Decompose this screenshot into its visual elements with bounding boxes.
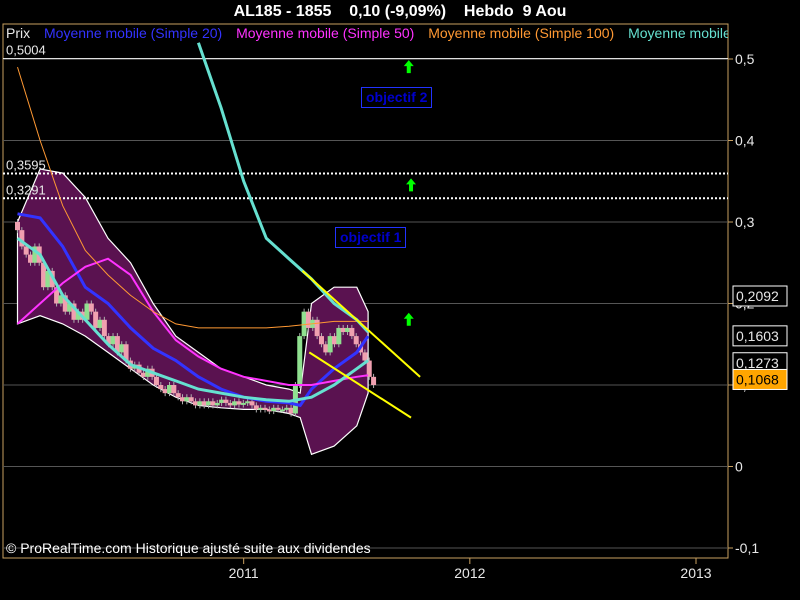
candle [214,402,220,406]
candle [171,385,177,394]
candle [232,401,238,406]
legend-item: Moyenne mobile (Simple 20) [44,25,223,41]
candle [266,409,272,412]
price-label: 0,1068 [736,371,779,387]
candle [318,336,324,345]
candle [340,327,346,333]
objectif-1-label: objectif 1 [335,227,407,248]
candle [201,401,207,406]
candle [284,407,290,410]
candle [297,336,303,385]
candle [101,319,107,337]
candle [249,401,255,406]
candle [180,397,186,402]
candle [84,303,90,320]
copyright-text: © ProRealTime.com Historique ajusté suit… [6,540,371,556]
candle [162,389,168,394]
x-tick-label: 2013 [680,565,711,581]
y-tick-label: -0,1 [735,540,759,556]
horizontal-level-label: 0,3291 [6,182,46,197]
candle [353,336,359,345]
candle [188,397,194,402]
legend-item: Moyenne mobile (Simple 50) [236,25,415,41]
candle [262,407,268,410]
y-tick-label: 0,5 [735,51,755,67]
candle [193,401,199,406]
legend-item: Prix [6,25,31,41]
candle [158,385,164,390]
horizontal-level-label: 0,3595 [6,158,46,173]
legend: Prix Moyenne mobile (Simple 20) Moyenne … [6,24,728,42]
candle [275,407,281,410]
legend-item: Moyenne mobile (Simple 200) [628,25,728,41]
price-label: 0,1603 [736,328,779,344]
candle [28,254,34,263]
candle [15,222,20,231]
candle [301,311,307,337]
candle [279,409,285,412]
chart-window: AL185 - 1855 0,10 (-9,09%) Hebdo 9 Aou 0… [0,0,800,600]
candle [184,397,190,402]
up-arrow-icon [403,60,414,74]
candle [253,405,259,410]
candle [175,393,181,398]
y-tick-label: 0 [735,459,743,475]
candle [223,399,229,403]
candle [153,376,159,385]
candle [331,336,337,345]
candle [166,385,172,394]
candle [140,372,146,377]
price-label: 0,2092 [736,288,779,304]
candle [197,401,203,406]
candle [110,336,116,345]
horizontal-level-label: 0,5004 [6,43,46,58]
candle [206,401,212,406]
candle [305,311,311,328]
up-arrow-icon [406,178,417,192]
up-arrow-icon [403,312,414,326]
y-tick-label: 0,4 [735,133,755,149]
objectif-2-label: objectif 2 [361,87,433,108]
candle [345,327,351,333]
candle [93,311,99,328]
candle [336,327,342,345]
legend-item: Moyenne mobile (Simple 100) [428,25,615,41]
candle [88,303,94,312]
y-tick-label: 0,3 [735,214,755,230]
candle [314,319,320,337]
candle [349,327,355,337]
candle [119,344,125,353]
candle [240,402,246,405]
candle [288,407,294,414]
x-tick-label: 2012 [454,565,485,581]
candle [362,352,368,361]
candle [245,401,251,404]
price-label: 0,1273 [736,355,779,371]
candle [210,401,216,406]
candle [97,319,103,328]
candle [371,376,377,385]
candle [227,402,233,406]
candle [219,399,225,403]
x-tick-label: 2011 [229,565,259,581]
candle [258,407,264,410]
candle [323,344,329,353]
candle [327,336,333,353]
candle [271,407,277,412]
candle [236,401,242,405]
